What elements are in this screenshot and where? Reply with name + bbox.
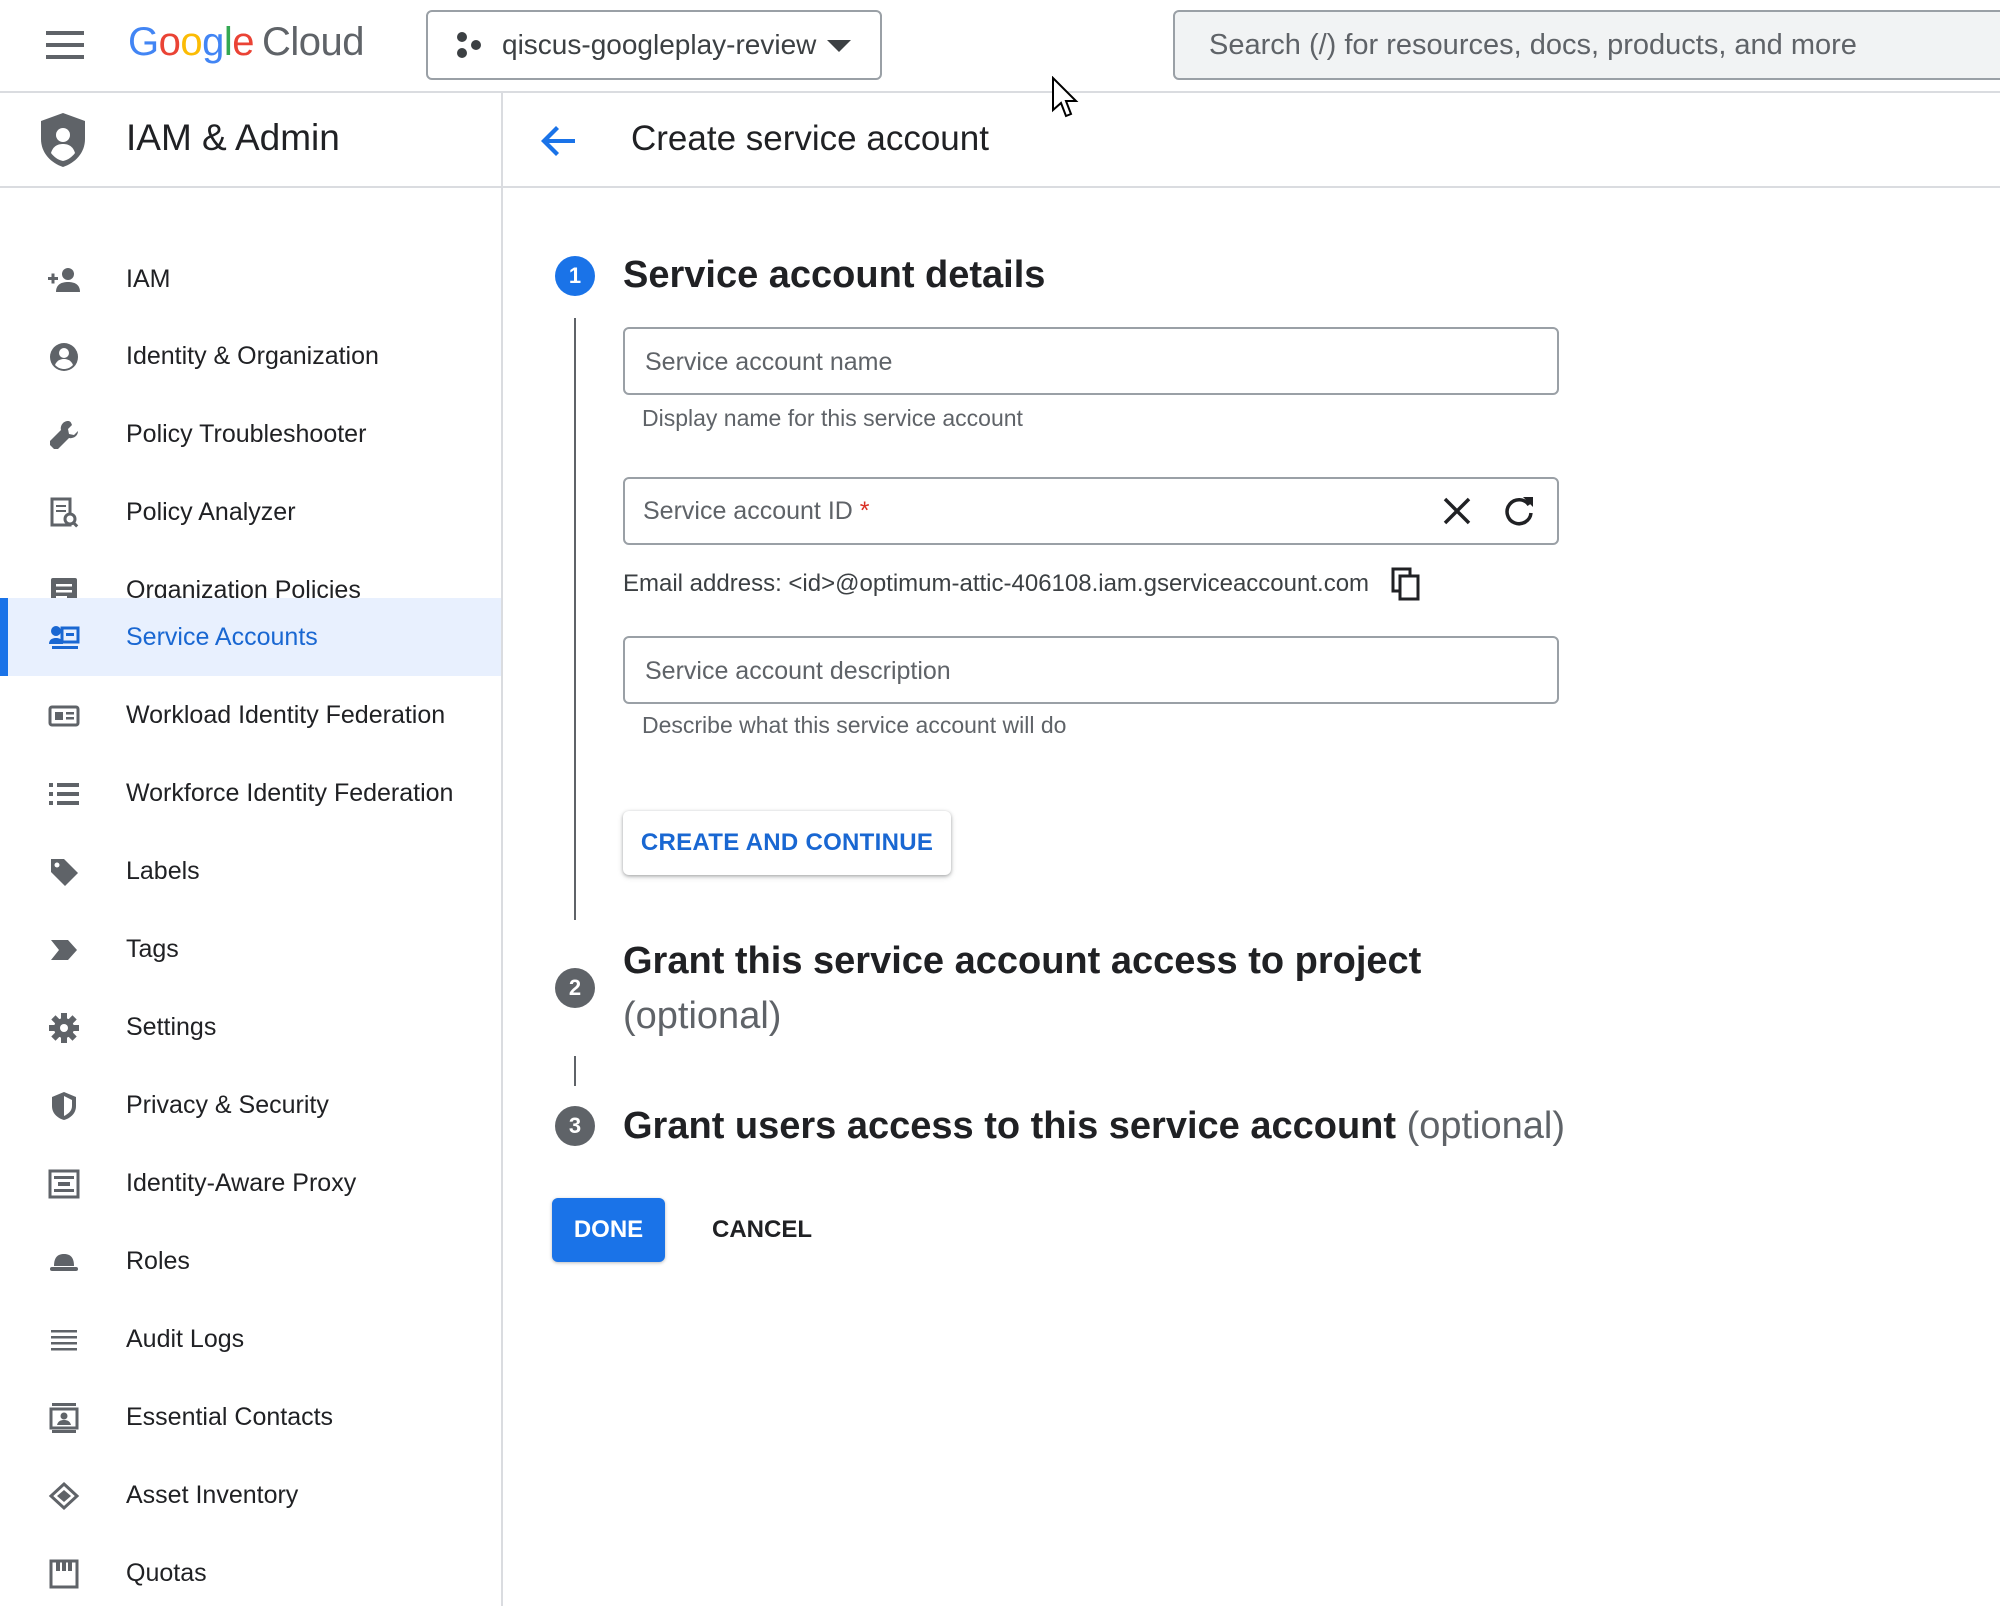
hat-icon <box>48 1246 80 1278</box>
step-3-optional-label: (optional) <box>1406 1105 1566 1147</box>
sidebar-item-label: Identity-Aware Proxy <box>126 1168 357 1197</box>
sidebar-item-label: Roles <box>126 1246 190 1275</box>
sidebar-item-label: Policy Troubleshooter <box>126 419 367 448</box>
sidebar-item-label: Labels <box>126 856 200 885</box>
step-connector-line <box>574 1056 576 1086</box>
sidebar-item-label: Service Accounts <box>126 622 318 651</box>
search-input[interactable] <box>1207 27 2000 63</box>
project-hierarchy-icon <box>454 30 484 60</box>
sidebar-item-essential-contacts[interactable]: Essential Contacts <box>0 1378 501 1456</box>
copy-icon[interactable] <box>1390 567 1422 601</box>
sidebar-item-policy-analyzer[interactable]: Policy Analyzer <box>0 473 501 551</box>
cancel-button[interactable]: CANCEL <box>692 1198 832 1262</box>
main-menu-icon[interactable] <box>44 26 86 64</box>
service-account-description-hint: Describe what this service account will … <box>642 712 1067 738</box>
caret-down-icon <box>826 38 852 54</box>
step-1-title: Service account details <box>623 254 1046 296</box>
sidebar-item-label: Workload Identity Federation <box>126 700 446 729</box>
layers-icon <box>48 1480 80 1512</box>
refresh-icon[interactable] <box>1501 493 1537 529</box>
sidebar-item-settings[interactable]: Settings <box>0 988 501 1066</box>
sidebar-item-label: Policy Analyzer <box>126 497 296 526</box>
step-1-indicator: 1 <box>555 256 595 296</box>
sidebar-item-tags[interactable]: Tags <box>0 910 501 988</box>
gear-icon <box>48 1012 80 1044</box>
step-3-title-text: Grant users access to this service accou… <box>623 1105 1397 1147</box>
sidebar-item-privacy-security[interactable]: Privacy & Security <box>0 1066 501 1144</box>
sidebar-header: IAM & Admin <box>0 93 501 188</box>
project-name: qiscus-googleplay-review <box>502 29 817 60</box>
sidebar-item-quotas[interactable]: Quotas <box>0 1534 501 1612</box>
step-3-title: Grant users access to this service accou… <box>623 1105 1565 1148</box>
list-icon <box>48 778 80 810</box>
sidebar-item-label: Quotas <box>126 1558 207 1587</box>
sidebar-item-policy-troubleshooter[interactable]: Policy Troubleshooter <box>0 395 501 473</box>
google-cloud-logo[interactable]: Google Cloud <box>128 20 365 65</box>
sidebar-item-audit-logs[interactable]: Audit Logs <box>0 1300 501 1378</box>
sidebar-item-label: Workforce Identity Federation <box>126 778 454 807</box>
service-account-id-field[interactable]: Service account ID * <box>623 477 1559 545</box>
sidebar-item-workforce-identity-federation[interactable]: Workforce Identity Federation <box>0 754 501 832</box>
person-add-icon <box>48 264 80 296</box>
sidebar-item-label: Privacy & Security <box>126 1090 329 1119</box>
search-bar[interactable] <box>1173 10 2000 80</box>
sidebar-item-roles[interactable]: Roles <box>0 1222 501 1300</box>
lines-icon <box>48 1324 80 1356</box>
logo-cloud-word: Cloud <box>262 20 365 64</box>
clear-icon[interactable] <box>1439 493 1475 529</box>
project-picker[interactable]: qiscus-googleplay-review <box>426 10 882 80</box>
sidebar-item-labels[interactable]: Labels <box>0 832 501 910</box>
sidebar-item-label: Settings <box>126 1012 217 1041</box>
tag-arrow-icon <box>48 934 80 966</box>
sidebar-item-label: Asset Inventory <box>126 1480 299 1509</box>
sidebar-item-service-accounts[interactable]: Service Accounts <box>0 598 501 676</box>
sidebar-item-label: Essential Contacts <box>126 1402 334 1431</box>
sidebar-item-label: Audit Logs <box>126 1324 245 1353</box>
service-account-description-field[interactable] <box>623 636 1559 704</box>
service-account-name-field[interactable] <box>623 327 1559 395</box>
sidebar-item-label: Tags <box>126 934 179 963</box>
service-account-description-input[interactable] <box>643 638 1407 704</box>
sidebar-item-workload-identity-federation[interactable]: Workload Identity Federation <box>0 676 501 754</box>
wrench-icon <box>48 419 80 451</box>
document-search-icon <box>48 497 80 529</box>
step-3-indicator: 3 <box>555 1106 595 1146</box>
sidebar: IAM & Admin IAM Identity & Organization <box>0 93 503 1606</box>
back-arrow-icon[interactable] <box>539 121 579 161</box>
label-tag-icon <box>48 856 80 888</box>
done-button[interactable]: DONE <box>552 1198 665 1262</box>
step-2-title: Grant this service account access to pro… <box>623 940 1422 982</box>
sidebar-item-identity-aware-proxy[interactable]: Identity-Aware Proxy <box>0 1144 501 1222</box>
service-account-name-input[interactable] <box>643 329 1407 395</box>
create-and-continue-button[interactable]: CREATE AND CONTINUE <box>623 811 951 875</box>
service-account-id-input[interactable] <box>643 479 1407 545</box>
shield-icon <box>48 1090 80 1122</box>
iam-shield-icon <box>38 111 88 169</box>
top-bar: Google Cloud qiscus-googleplay-review <box>0 0 2000 93</box>
page-title: Create service account <box>631 119 989 158</box>
contact-card-icon <box>48 1402 80 1434</box>
sidebar-item-asset-inventory[interactable]: Asset Inventory <box>0 1456 501 1534</box>
step-2-indicator: 2 <box>555 968 595 1008</box>
id-card-icon <box>48 700 80 732</box>
sidebar-title: IAM & Admin <box>126 117 340 158</box>
step-2-optional-label: (optional) <box>623 995 782 1037</box>
email-address-text: Email address: <id>@optimum-attic-406108… <box>623 570 1370 597</box>
account-circle-icon <box>48 341 80 373</box>
sidebar-item-label: Identity & Organization <box>126 341 379 370</box>
sidebar-item-label: IAM <box>126 264 171 293</box>
proxy-icon <box>48 1168 80 1200</box>
sidebar-item-iam[interactable]: IAM <box>0 240 501 318</box>
service-account-name-hint: Display name for this service account <box>642 405 1023 431</box>
sidebar-item-identity-organization[interactable]: Identity & Organization <box>0 317 501 395</box>
quota-icon <box>48 1558 80 1590</box>
logo-google-word: Google <box>128 20 255 64</box>
service-account-icon <box>48 622 80 654</box>
content-header: Create service account <box>503 93 2000 188</box>
step-connector-line <box>574 318 576 920</box>
